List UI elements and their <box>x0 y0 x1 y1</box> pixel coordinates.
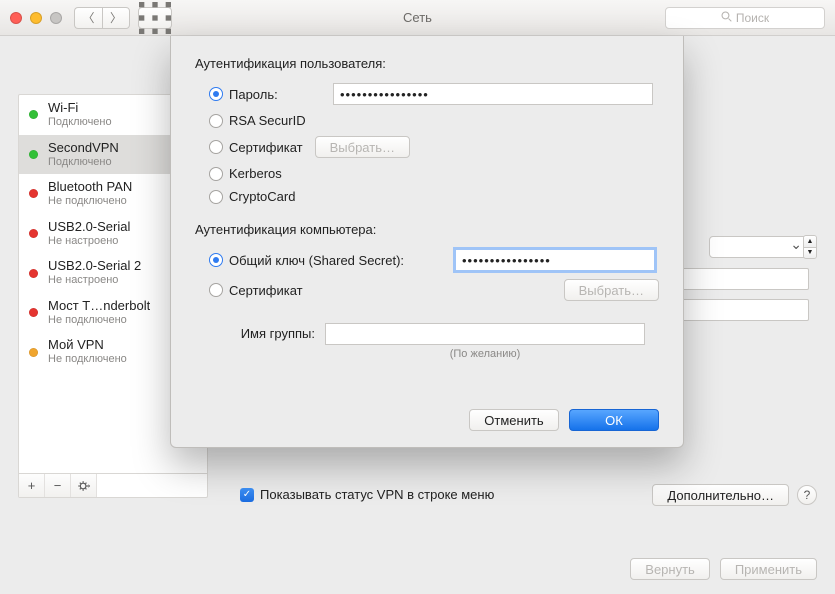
search-input[interactable]: Поиск <box>665 7 825 29</box>
group-name-label: Имя группы: <box>195 323 315 341</box>
radio-shared-secret[interactable] <box>209 253 223 267</box>
radio-rsa[interactable] <box>209 114 223 128</box>
group-name-row: Имя группы: (По желанию) <box>195 323 659 360</box>
grid-icon <box>139 2 171 34</box>
window-titlebar: 〈 〉 Сеть Поиск <box>0 0 835 36</box>
service-name: SecondVPN <box>48 141 119 156</box>
forward-button[interactable]: 〉 <box>102 7 130 29</box>
radio-row-cryptocard: CryptoCard <box>195 185 659 208</box>
service-name: Мой VPN <box>48 338 127 353</box>
close-window-button[interactable] <box>10 12 22 24</box>
radio-kerberos[interactable] <box>209 167 223 181</box>
group-name-hint: (По желанию) <box>325 348 645 360</box>
gear-icon <box>77 479 91 493</box>
show-all-prefs-button[interactable] <box>138 7 172 29</box>
ok-button[interactable]: ОК <box>569 409 659 431</box>
choose-machine-cert-button[interactable]: Выбрать… <box>564 279 659 301</box>
service-name: Bluetooth PAN <box>48 180 132 195</box>
apply-button[interactable]: Применить <box>720 558 817 580</box>
cancel-button[interactable]: Отменить <box>469 409 559 431</box>
service-name: USB2.0-Serial <box>48 220 130 235</box>
radio-row-machine-cert: Сертификат Выбрать… <box>195 275 659 305</box>
service-labels: Мост T…nderboltНе подключено <box>48 299 150 327</box>
radio-row-certificate: Сертификат Выбрать… <box>195 132 659 162</box>
status-dot-icon <box>29 229 38 238</box>
status-dot-icon <box>29 308 38 317</box>
service-labels: Bluetooth PANНе подключено <box>48 180 132 208</box>
config-select[interactable] <box>709 236 809 258</box>
choose-user-cert-button[interactable]: Выбрать… <box>315 136 410 158</box>
nav-back-forward: 〈 〉 <box>74 7 130 29</box>
sidebar-footer: + − <box>19 473 207 497</box>
show-vpn-status-checkbox[interactable]: ✓ <box>240 488 254 502</box>
underlying-field-2[interactable] <box>669 299 809 321</box>
user-auth-heading: Аутентификация пользователя: <box>195 56 659 71</box>
service-actions-button[interactable] <box>71 474 97 497</box>
radio-row-password: Пароль: •••••••••••••••• <box>195 79 659 109</box>
service-name: Мост T…nderbolt <box>48 299 150 314</box>
advanced-button[interactable]: Дополнительно… <box>652 484 789 506</box>
radio-rsa-label: RSA SecurID <box>229 113 306 128</box>
radio-password[interactable] <box>209 87 223 101</box>
show-vpn-status-label: Показывать статус VPN в строке меню <box>260 487 494 502</box>
service-labels: USB2.0-SerialНе настроено <box>48 220 130 248</box>
auth-settings-sheet: Аутентификация пользователя: Пароль: •••… <box>170 36 684 448</box>
search-placeholder: Поиск <box>736 11 769 25</box>
service-status: Не подключено <box>48 353 127 366</box>
add-service-button[interactable]: + <box>19 474 45 497</box>
service-status: Не подключено <box>48 195 132 208</box>
radio-certificate[interactable] <box>209 140 223 154</box>
help-button[interactable]: ? <box>797 485 817 505</box>
status-dot-icon <box>29 348 38 357</box>
show-vpn-status-row: ✓ Показывать статус VPN в строке меню <box>240 487 494 502</box>
service-name: Wi-Fi <box>48 101 112 116</box>
radio-row-rsa: RSA SecurID <box>195 109 659 132</box>
radio-cryptocard[interactable] <box>209 190 223 204</box>
radio-password-label: Пароль: <box>229 87 327 102</box>
status-dot-icon <box>29 189 38 198</box>
password-field[interactable]: •••••••••••••••• <box>333 83 653 105</box>
service-status: Не настроено <box>48 235 130 248</box>
radio-row-kerberos: Kerberos <box>195 162 659 185</box>
service-status: Подключено <box>48 156 119 169</box>
radio-cryptocard-label: CryptoCard <box>229 189 295 204</box>
radio-row-shared-secret: Общий ключ (Shared Secret): ••••••••••••… <box>195 245 659 275</box>
service-status: Не подключено <box>48 314 150 327</box>
zoom-window-button[interactable] <box>50 12 62 24</box>
radio-machine-cert[interactable] <box>209 283 223 297</box>
service-labels: Мой VPNНе подключено <box>48 338 127 366</box>
service-name: USB2.0-Serial 2 <box>48 259 141 274</box>
minimize-window-button[interactable] <box>30 12 42 24</box>
status-dot-icon <box>29 150 38 159</box>
revert-button[interactable]: Вернуть <box>630 558 710 580</box>
service-labels: USB2.0-Serial 2Не настроено <box>48 259 141 287</box>
status-dot-icon <box>29 269 38 278</box>
radio-certificate-label: Сертификат <box>229 140 303 155</box>
back-button[interactable]: 〈 <box>74 7 102 29</box>
service-status: Подключено <box>48 116 112 129</box>
window-traffic-lights <box>10 12 62 24</box>
remove-service-button[interactable]: − <box>45 474 71 497</box>
status-dot-icon <box>29 110 38 119</box>
radio-kerberos-label: Kerberos <box>229 166 282 181</box>
radio-machine-cert-label: Сертификат <box>229 283 303 298</box>
config-stepper[interactable]: ▲▼ <box>803 235 817 259</box>
service-labels: SecondVPNПодключено <box>48 141 119 169</box>
service-status: Не настроено <box>48 274 141 287</box>
service-labels: Wi-FiПодключено <box>48 101 112 129</box>
search-icon <box>721 11 732 25</box>
underlying-field-1[interactable] <box>669 268 809 290</box>
group-name-field[interactable] <box>325 323 645 345</box>
machine-auth-heading: Аутентификация компьютера: <box>195 222 659 237</box>
radio-shared-secret-label: Общий ключ (Shared Secret): <box>229 253 449 268</box>
shared-secret-field[interactable]: •••••••••••••••• <box>455 249 655 271</box>
